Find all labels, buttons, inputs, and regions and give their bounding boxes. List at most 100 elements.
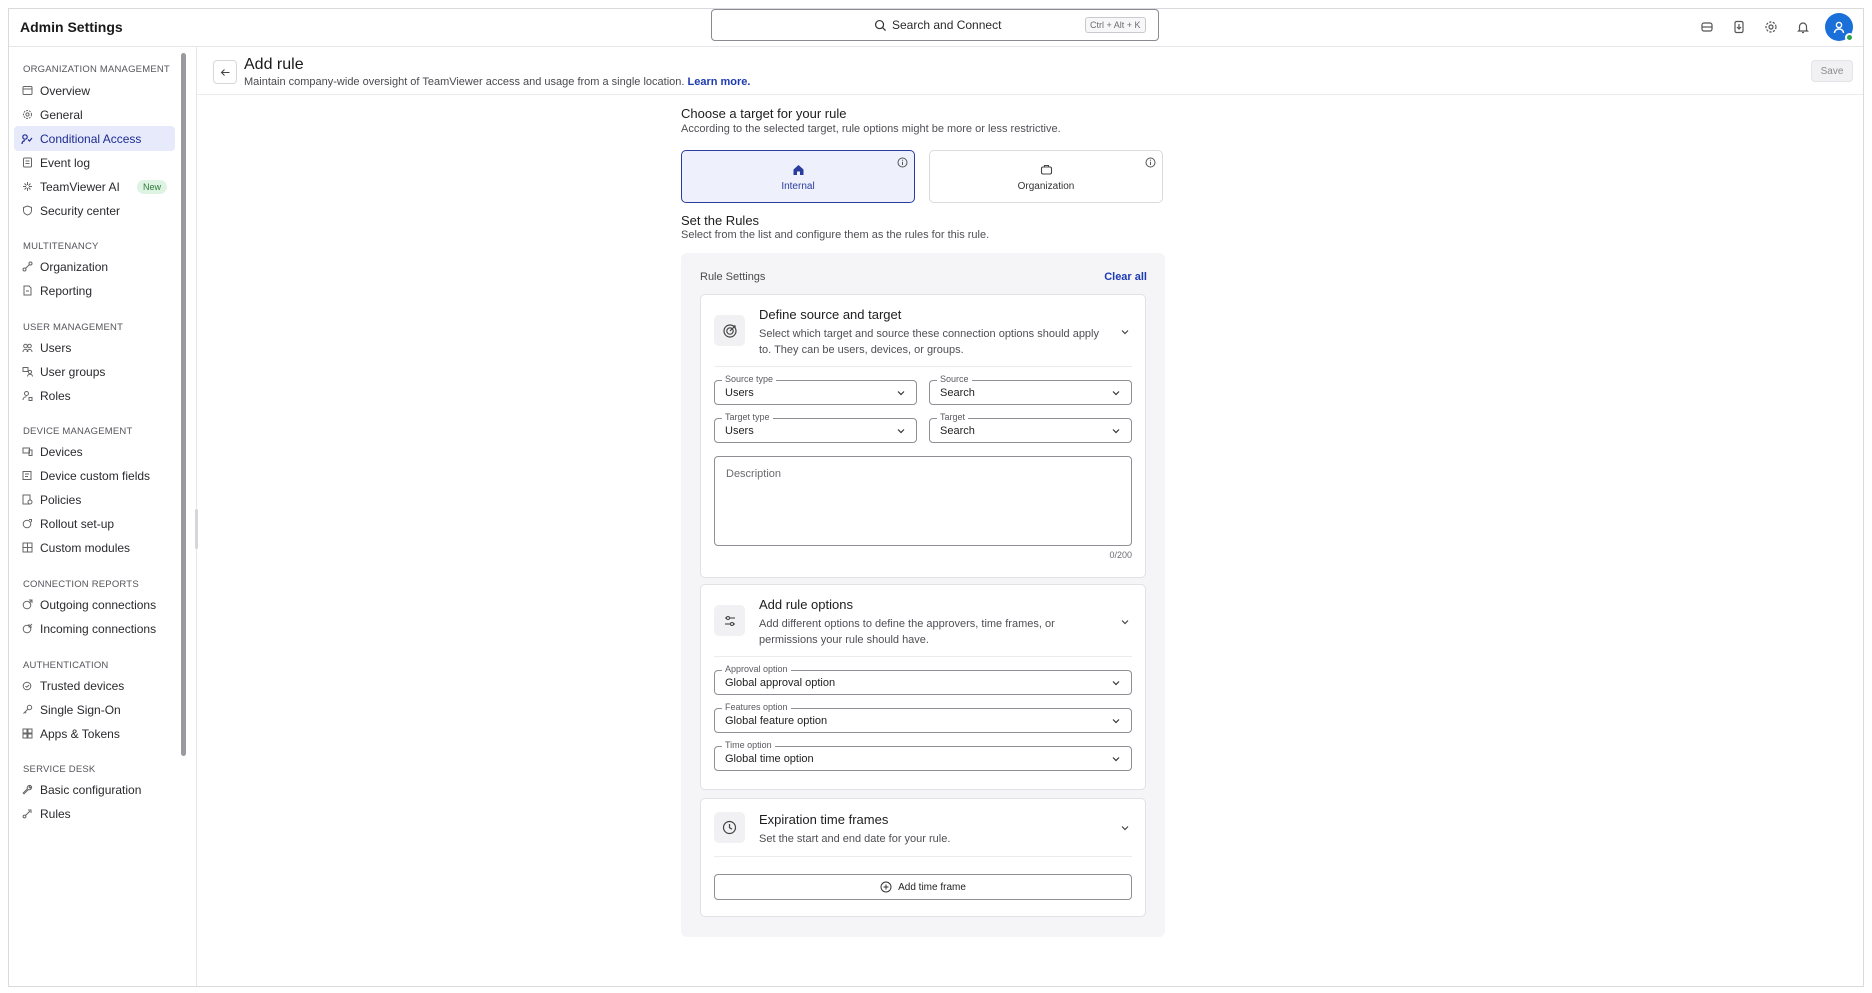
- sidebar-item-reporting[interactable]: Reporting: [14, 278, 175, 303]
- sidebar-item-general[interactable]: General: [14, 102, 175, 127]
- organization-icon: [21, 261, 33, 273]
- arrow-left-icon: [220, 68, 229, 76]
- sidebar-item-user-groups[interactable]: User groups: [14, 359, 175, 384]
- sidebar-item-roles[interactable]: Roles: [14, 383, 175, 408]
- sidebar-item-outgoing-connections[interactable]: Outgoing connections: [14, 592, 175, 617]
- target-type-select[interactable]: Target type Users: [714, 412, 917, 443]
- sidebar-item-apps-tokens[interactable]: Apps & Tokens: [14, 721, 175, 746]
- field-label: Source: [937, 374, 972, 385]
- source-target-card: Define source and target Select which ta…: [700, 294, 1146, 578]
- notification-bell-icon[interactable]: [1793, 18, 1812, 37]
- chevron-down-icon[interactable]: [1119, 822, 1131, 834]
- report-icon: [21, 285, 33, 297]
- sidebar-item-conditional-access[interactable]: Conditional Access: [14, 126, 175, 151]
- sidebar-item-label: User groups: [40, 364, 106, 379]
- rule-options-card: Add rule options Add different options t…: [700, 584, 1146, 790]
- roles-icon: [21, 390, 33, 402]
- save-button[interactable]: Save: [1811, 60, 1853, 82]
- app-window: Admin Settings Search and Connect Ctrl +…: [8, 8, 1864, 987]
- source-search-select[interactable]: Source Search: [929, 374, 1132, 405]
- sidebar-item-incoming-connections[interactable]: Incoming connections: [14, 616, 175, 641]
- section-organization-management: ORGANIZATION MANAGEMENT: [23, 64, 170, 75]
- info-icon[interactable]: [1145, 157, 1156, 168]
- chevron-down-icon[interactable]: [1119, 326, 1131, 338]
- search-input[interactable]: Search and Connect Ctrl + Alt + K: [711, 9, 1159, 41]
- target-search-select[interactable]: Target Search: [929, 412, 1132, 443]
- chevron-down-icon[interactable]: [1119, 616, 1131, 628]
- key-icon: [21, 704, 33, 716]
- sidebar-item-basic-configuration[interactable]: Basic configuration: [14, 777, 175, 802]
- sidebar-item-device-custom-fields[interactable]: Device custom fields: [14, 463, 175, 488]
- gear-icon: [21, 109, 33, 121]
- sidebar-item-event-log[interactable]: Event log: [14, 150, 175, 175]
- sidebar-item-policies[interactable]: Policies: [14, 487, 175, 512]
- field-value: Global feature option: [725, 715, 828, 727]
- section-authentication: AUTHENTICATION: [23, 660, 109, 671]
- sidebar-item-label: Reporting: [40, 283, 93, 298]
- sidebar-item-users[interactable]: Users: [14, 335, 175, 360]
- sidebar-item-label: Custom modules: [40, 540, 131, 555]
- card-description: Set the start and end date for your rule…: [759, 833, 951, 845]
- sidebar-item-custom-modules[interactable]: Custom modules: [14, 535, 175, 560]
- rule-settings-panel: Rule Settings Clear all Define source an…: [681, 253, 1165, 937]
- description-textarea[interactable]: Description: [714, 456, 1132, 546]
- sidebar-item-organization[interactable]: Organization: [14, 254, 175, 279]
- custom-fields-icon: [21, 470, 33, 482]
- sidebar-item-label: Basic configuration: [40, 782, 142, 797]
- sidebar-item-label: Device custom fields: [40, 468, 151, 483]
- modules-icon: [21, 542, 33, 554]
- user-avatar-icon[interactable]: [1825, 13, 1854, 42]
- sidebar-item-rollout-set-up[interactable]: Rollout set-up: [14, 511, 175, 536]
- settings-gear-icon[interactable]: [1761, 18, 1780, 37]
- sidebar-scrollbar[interactable]: [181, 53, 186, 756]
- incoming-icon: [21, 623, 33, 635]
- sidebar-item-devices[interactable]: Devices: [14, 439, 175, 464]
- sidebar-item-trusted-devices[interactable]: Trusted devices: [14, 673, 175, 698]
- learn-more-link[interactable]: Learn more.: [688, 76, 751, 88]
- briefcase-icon: [1038, 161, 1054, 177]
- sidebar-item-label: Incoming connections: [40, 621, 157, 636]
- event-log-icon: [21, 157, 33, 169]
- field-value: Users: [725, 387, 754, 399]
- sidebar-item-rules[interactable]: Rules: [14, 801, 175, 826]
- clear-all-link[interactable]: Clear all: [1104, 271, 1147, 283]
- section-device-management: DEVICE MANAGEMENT: [23, 426, 133, 437]
- sidebar-item-label: Event log: [40, 155, 91, 170]
- field-label: Source type: [722, 374, 777, 385]
- field-value: Users: [725, 425, 754, 437]
- sliders-icon: [714, 605, 745, 636]
- sidebar-item-label: Trusted devices: [40, 678, 125, 693]
- info-icon[interactable]: [897, 157, 908, 168]
- chevron-down-icon: [1112, 681, 1120, 686]
- sidebar-item-label: Conditional Access: [40, 131, 142, 146]
- card-title: Expiration time frames: [759, 812, 889, 827]
- clock-icon: [714, 812, 745, 843]
- sidebar-item-security-center[interactable]: Security center: [14, 198, 175, 223]
- sidebar-item-teamviewer-ai[interactable]: TeamViewer AI New: [14, 174, 175, 199]
- approval-option-select[interactable]: Approval option Global approval option: [714, 664, 1132, 695]
- target-option-internal[interactable]: Internal: [681, 150, 915, 203]
- top-bar: Admin Settings Search and Connect Ctrl +…: [9, 9, 1863, 47]
- chevron-down-icon: [897, 429, 905, 434]
- trusted-devices-icon: [21, 680, 33, 692]
- users-icon: [21, 342, 33, 354]
- remote-device-icon[interactable]: [1697, 18, 1716, 37]
- sidebar-item-single-sign-on[interactable]: Single Sign-On: [14, 697, 175, 722]
- field-value: Search: [940, 387, 975, 399]
- apps-icon: [21, 728, 33, 740]
- chevron-down-icon: [1112, 391, 1120, 396]
- download-icon[interactable]: [1729, 18, 1748, 37]
- sidebar-item-overview[interactable]: Overview: [14, 78, 175, 103]
- sidebar-item-label: Outgoing connections: [40, 597, 157, 612]
- field-label: Target type: [722, 412, 773, 423]
- features-option-select[interactable]: Features option Global feature option: [714, 702, 1132, 733]
- time-option-select[interactable]: Time option Global time option: [714, 740, 1132, 771]
- target-option-organization[interactable]: Organization: [929, 150, 1163, 203]
- sidebar-item-label: Organization: [40, 259, 109, 274]
- sidebar-item-label: Users: [40, 340, 72, 355]
- divider: [714, 366, 1132, 367]
- add-time-frame-button[interactable]: Add time frame: [714, 874, 1132, 900]
- source-type-select[interactable]: Source type Users: [714, 374, 917, 405]
- back-button[interactable]: [213, 60, 237, 84]
- sidebar-item-label: Single Sign-On: [40, 702, 121, 717]
